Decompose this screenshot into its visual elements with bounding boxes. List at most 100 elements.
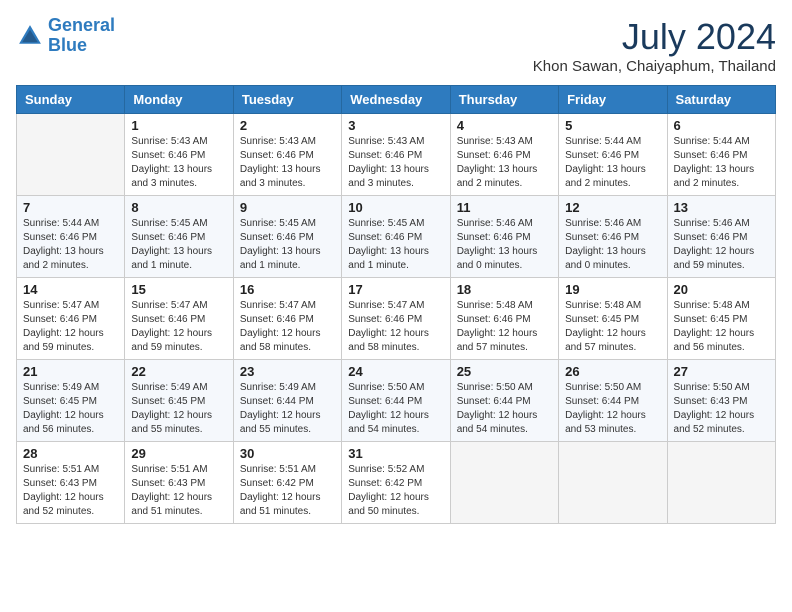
calendar-cell: 5Sunrise: 5:44 AMSunset: 6:46 PMDaylight… [559,114,667,196]
calendar-week-row: 1 Sunrise: 5:43 AMSunset: 6:46 PMDaylight… [17,114,776,196]
day-info: Sunrise: 5:50 AMSunset: 6:44 PMDaylight:… [348,381,443,437]
day-info: Sunrise: 5:49 AMSunset: 6:45 PMDaylight:… [131,381,226,437]
day-info: Sunrise: 5:44 AMSunset: 6:46 PMDaylight:… [674,135,769,191]
day-info: Sunrise: 5:47 AMSunset: 6:46 PMDaylight:… [348,299,443,355]
day-info: Sunrise: 5:43 AMSunset: 6:46 PMDaylight:… [457,135,552,191]
day-number: 25 [457,364,552,379]
calendar-cell: 1 Sunrise: 5:43 AMSunset: 6:46 PMDaylight… [125,114,233,196]
day-number: 20 [674,282,769,297]
calendar-cell: 9 Sunrise: 5:45 AMSunset: 6:46 PMDaylight… [233,196,341,278]
day-number: 12 [565,200,660,215]
day-info: Sunrise: 5:50 AMSunset: 6:44 PMDaylight:… [457,381,552,437]
day-number: 29 [131,446,226,461]
day-number: 14 [23,282,118,297]
day-number: 18 [457,282,552,297]
calendar-body: 1 Sunrise: 5:43 AMSunset: 6:46 PMDaylight… [17,114,776,524]
day-info: Sunrise: 5:46 AMSunset: 6:46 PMDaylight:… [674,217,769,273]
day-info: Sunrise: 5:51 AMSunset: 6:43 PMDaylight:… [23,463,118,519]
calendar-cell: 12 Sunrise: 5:46 AMSunset: 6:46 PMDayligh… [559,196,667,278]
day-info: Sunrise: 5:49 AMSunset: 6:45 PMDaylight:… [23,381,118,437]
calendar-week-row: 21 Sunrise: 5:49 AMSunset: 6:45 PMDayligh… [17,360,776,442]
day-info: Sunrise: 5:45 AMSunset: 6:46 PMDaylight:… [348,217,443,273]
calendar-cell: 29 Sunrise: 5:51 AMSunset: 6:43 PMDayligh… [125,442,233,524]
day-number: 9 [240,200,335,215]
calendar-cell: 20Sunrise: 5:48 AMSunset: 6:45 PMDayligh… [667,278,775,360]
weekday-header: Sunday [17,86,125,114]
calendar-cell: 30 Sunrise: 5:51 AMSunset: 6:42 PMDayligh… [233,442,341,524]
calendar-cell: 19Sunrise: 5:48 AMSunset: 6:45 PMDayligh… [559,278,667,360]
day-info: Sunrise: 5:45 AMSunset: 6:46 PMDaylight:… [240,217,335,273]
day-number: 11 [457,200,552,215]
day-number: 21 [23,364,118,379]
calendar-cell: 31Sunrise: 5:52 AMSunset: 6:42 PMDayligh… [342,442,450,524]
day-info: Sunrise: 5:45 AMSunset: 6:46 PMDaylight:… [131,217,226,273]
day-number: 1 [131,118,226,133]
day-info: Sunrise: 5:43 AMSunset: 6:46 PMDaylight:… [131,135,226,191]
day-number: 7 [23,200,118,215]
day-number: 24 [348,364,443,379]
day-info: Sunrise: 5:51 AMSunset: 6:42 PMDaylight:… [240,463,335,519]
logo-line2: Blue [48,35,87,55]
day-info: Sunrise: 5:43 AMSunset: 6:46 PMDaylight:… [348,135,443,191]
calendar-cell [17,114,125,196]
calendar-cell [450,442,558,524]
day-number: 30 [240,446,335,461]
calendar-header: SundayMondayTuesdayWednesdayThursdayFrid… [17,86,776,114]
calendar-cell: 7 Sunrise: 5:44 AMSunset: 6:46 PMDaylight… [17,196,125,278]
weekday-header: Tuesday [233,86,341,114]
day-number: 2 [240,118,335,133]
day-number: 8 [131,200,226,215]
weekday-header: Wednesday [342,86,450,114]
day-info: Sunrise: 5:44 AMSunset: 6:46 PMDaylight:… [565,135,660,191]
day-number: 27 [674,364,769,379]
calendar-cell [667,442,775,524]
calendar-cell: 16 Sunrise: 5:47 AMSunset: 6:46 PMDayligh… [233,278,341,360]
day-info: Sunrise: 5:47 AMSunset: 6:46 PMDaylight:… [131,299,226,355]
day-info: Sunrise: 5:46 AMSunset: 6:46 PMDaylight:… [457,217,552,273]
weekday-header: Monday [125,86,233,114]
logo: General Blue [16,16,115,56]
calendar-cell: 11 Sunrise: 5:46 AMSunset: 6:46 PMDayligh… [450,196,558,278]
day-number: 6 [674,118,769,133]
calendar-cell: 23 Sunrise: 5:49 AMSunset: 6:44 PMDayligh… [233,360,341,442]
day-number: 23 [240,364,335,379]
day-number: 17 [348,282,443,297]
day-info: Sunrise: 5:43 AMSunset: 6:46 PMDaylight:… [240,135,335,191]
day-info: Sunrise: 5:46 AMSunset: 6:46 PMDaylight:… [565,217,660,273]
calendar-cell: 24 Sunrise: 5:50 AMSunset: 6:44 PMDayligh… [342,360,450,442]
day-number: 16 [240,282,335,297]
day-info: Sunrise: 5:47 AMSunset: 6:46 PMDaylight:… [23,299,118,355]
day-number: 26 [565,364,660,379]
calendar-cell: 13Sunrise: 5:46 AMSunset: 6:46 PMDayligh… [667,196,775,278]
logo-icon [16,22,44,50]
day-number: 22 [131,364,226,379]
calendar-cell: 6 Sunrise: 5:44 AMSunset: 6:46 PMDaylight… [667,114,775,196]
weekday-header: Thursday [450,86,558,114]
weekday-header: Saturday [667,86,775,114]
day-info: Sunrise: 5:51 AMSunset: 6:43 PMDaylight:… [131,463,226,519]
calendar-cell: 17 Sunrise: 5:47 AMSunset: 6:46 PMDayligh… [342,278,450,360]
calendar-cell: 4Sunrise: 5:43 AMSunset: 6:46 PMDaylight… [450,114,558,196]
location-title: Khon Sawan, Chaiyaphum, Thailand [533,58,776,75]
day-info: Sunrise: 5:50 AMSunset: 6:43 PMDaylight:… [674,381,769,437]
calendar-week-row: 28 Sunrise: 5:51 AMSunset: 6:43 PMDayligh… [17,442,776,524]
calendar-cell: 25 Sunrise: 5:50 AMSunset: 6:44 PMDayligh… [450,360,558,442]
day-info: Sunrise: 5:52 AMSunset: 6:42 PMDaylight:… [348,463,443,519]
calendar-cell: 15Sunrise: 5:47 AMSunset: 6:46 PMDayligh… [125,278,233,360]
calendar-cell: 28 Sunrise: 5:51 AMSunset: 6:43 PMDayligh… [17,442,125,524]
calendar-cell: 21 Sunrise: 5:49 AMSunset: 6:45 PMDayligh… [17,360,125,442]
calendar-table: SundayMondayTuesdayWednesdayThursdayFrid… [16,85,776,524]
month-title: July 2024 [533,16,776,58]
calendar-week-row: 7 Sunrise: 5:44 AMSunset: 6:46 PMDaylight… [17,196,776,278]
day-number: 3 [348,118,443,133]
logo-line1: General [48,15,115,35]
day-info: Sunrise: 5:44 AMSunset: 6:46 PMDaylight:… [23,217,118,273]
day-info: Sunrise: 5:49 AMSunset: 6:44 PMDaylight:… [240,381,335,437]
calendar-week-row: 14 Sunrise: 5:47 AMSunset: 6:46 PMDayligh… [17,278,776,360]
page-header: General Blue July 2024 Khon Sawan, Chaiy… [16,16,776,75]
day-info: Sunrise: 5:47 AMSunset: 6:46 PMDaylight:… [240,299,335,355]
day-number: 19 [565,282,660,297]
day-number: 28 [23,446,118,461]
calendar-cell [559,442,667,524]
day-info: Sunrise: 5:48 AMSunset: 6:46 PMDaylight:… [457,299,552,355]
